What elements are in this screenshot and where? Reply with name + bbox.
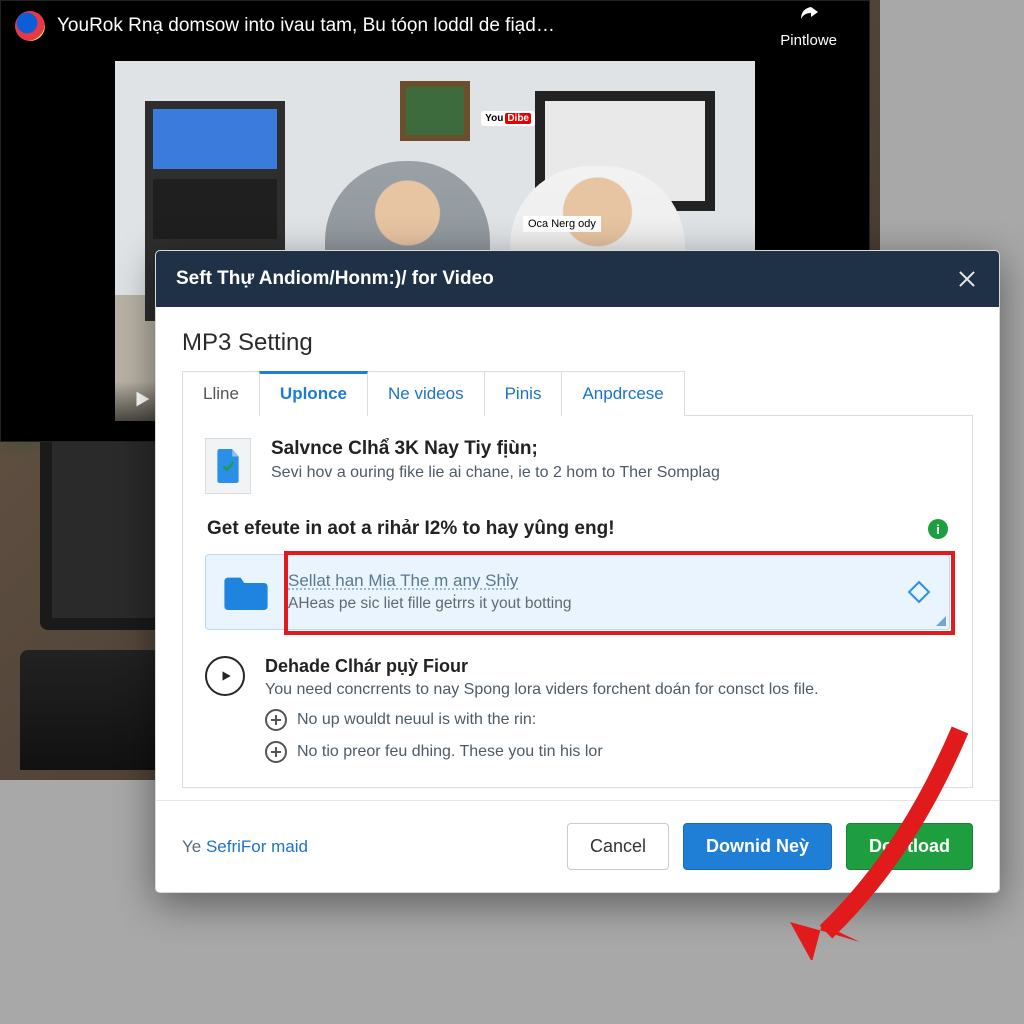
folder-icon [224, 574, 268, 610]
download-button[interactable]: Dowtload [846, 823, 973, 870]
share-icon [794, 4, 824, 32]
modal-header: Seft Thự Andiom/Honm:)/ for Video [156, 251, 999, 307]
option-block: Dehade Clhár pụỳ Fiour You need concrren… [205, 656, 950, 763]
play-circle-icon[interactable] [205, 656, 245, 696]
play-button[interactable] [131, 388, 153, 415]
info-subtitle: Sevi hov a ouring fike lie ai chane, ie … [271, 464, 720, 482]
cancel-button[interactable]: Cancel [567, 823, 669, 870]
section-title: MP3 Setting [182, 329, 973, 357]
video-caption-1: Oca Nerg ody [523, 216, 601, 232]
modal-title: Seft Thự Andiom/Honm:)/ for Video [176, 268, 494, 290]
close-button[interactable] [955, 267, 979, 291]
option-line-2-text: No tio preor feu dhing. These you tin hi… [297, 743, 603, 761]
tabs: Lline Uplonce Ne videos Pinis Anpdrcese [182, 371, 973, 416]
file-title: Sellat han Mia The m any Shỉy [288, 571, 891, 591]
option-title: Dehade Clhár pụỳ Fiour [265, 656, 950, 677]
info-row: Salvnce Clhẩ 3K Nay Tiy fịùn; Sevi hov a… [205, 438, 950, 494]
option-line-2: No tio preor feu dhing. These you tin hi… [265, 741, 950, 763]
file-subtitle: AHeas pe sic liet fille geṫrrs it yout b… [288, 595, 891, 613]
info-badge-icon[interactable]: i [928, 519, 948, 539]
file-card[interactable]: Sellat han Mia The m any Shỉy AHeas pe s… [205, 554, 950, 630]
video-title: YouRok Rnạ domsow into ivau tam, Bu tóọn… [57, 15, 555, 37]
tab-panel: Salvnce Clhẩ 3K Nay Tiy fịùn; Sevi hov a… [182, 415, 973, 788]
tab-pinis[interactable]: Pinis [484, 371, 563, 416]
document-icon [205, 438, 251, 494]
share-label: Pintlowe [780, 32, 837, 49]
footer-link[interactable]: Ye SefriFor maid [182, 837, 308, 857]
channel-avatar[interactable] [15, 11, 45, 41]
settings-modal: Seft Thự Andiom/Honm:)/ for Video MP3 Se… [155, 250, 1000, 893]
video-topbar: YouRok Rnạ domsow into ivau tam, Bu tóọn… [1, 1, 869, 51]
option-line-1-text: No up wouldt neuul is with the rin: [297, 711, 536, 729]
promo-text: Get efeute in aot a rihảr I2% to hay yûn… [207, 518, 615, 540]
youtube-badge: YouDibe [481, 111, 535, 126]
resize-grip-icon[interactable] [936, 616, 946, 626]
option-line-1: No up wouldt neuul is with the rin: [265, 709, 950, 731]
info-title: Salvnce Clhẩ 3K Nay Tiy fịùn; [271, 438, 720, 460]
downid-button[interactable]: Downid Neỳ [683, 823, 832, 870]
tab-uplonce[interactable]: Uplonce [259, 371, 368, 416]
plus-circle-icon[interactable] [265, 709, 287, 731]
tab-anpdrcese[interactable]: Anpdrcese [561, 371, 684, 416]
diamond-icon [908, 581, 931, 604]
plus-circle-icon[interactable] [265, 741, 287, 763]
modal-footer: Ye SefriFor maid Cancel Downid Neỳ Dowtl… [156, 800, 999, 892]
tab-nevideos[interactable]: Ne videos [367, 371, 485, 416]
option-desc: You need concrrents to nay Spong lora vi… [265, 681, 950, 699]
tab-lline[interactable]: Lline [182, 371, 260, 416]
share-button[interactable]: Pintlowe [762, 4, 855, 49]
